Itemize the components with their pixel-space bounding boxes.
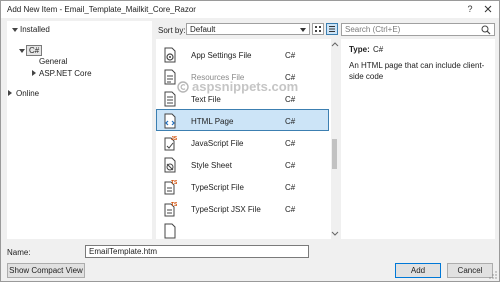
add-button[interactable]: Add <box>395 263 441 278</box>
template-language: C# <box>285 205 296 214</box>
scrollbar-thumb[interactable] <box>332 139 337 169</box>
title-bar: Add New Item - Email_Template_Mailkit_Co… <box>1 1 499 18</box>
expand-arrow-icon[interactable] <box>12 28 18 32</box>
collapse-arrow-icon[interactable] <box>32 70 36 76</box>
template-description: An HTML page that can include client-sid… <box>349 61 485 81</box>
list-item[interactable]: Style Sheet C# <box>156 153 329 175</box>
template-details: Type: C# An HTML page that can include c… <box>341 39 495 239</box>
cancel-button[interactable]: Cancel <box>447 263 493 278</box>
tree-item-csharp[interactable]: C# <box>26 45 43 56</box>
tree-item-aspnet-core[interactable]: ASP.NET Core <box>39 69 92 78</box>
resources-file-icon <box>164 69 176 85</box>
svg-text:TS: TS <box>171 202 177 208</box>
watermark-text: aspsnippets.com <box>192 79 299 94</box>
template-name: JavaScript File <box>191 139 244 148</box>
list-item[interactable] <box>156 219 329 239</box>
template-name: TypeScript JSX File <box>191 205 261 214</box>
sort-dropdown[interactable]: Default <box>186 23 310 35</box>
template-name: HTML Page <box>191 117 234 126</box>
template-language: C# <box>285 51 296 60</box>
template-name: Style Sheet <box>191 161 232 170</box>
resize-grip-icon[interactable] <box>489 271 497 279</box>
add-new-item-dialog: Add New Item - Email_Template_Mailkit_Co… <box>0 0 500 282</box>
list-item[interactable]: JS JavaScript File C# <box>156 131 329 153</box>
show-compact-view-label: Show Compact View <box>9 266 83 275</box>
style-sheet-icon <box>164 157 176 173</box>
watermark: aspsnippets.com <box>177 79 298 94</box>
file-icon <box>164 223 176 239</box>
cancel-label: Cancel <box>457 266 483 275</box>
type-label: Type: <box>349 45 370 54</box>
template-pane: Sort by: Default App Settings File C# Re… <box>156 21 339 239</box>
html-page-icon <box>164 113 176 129</box>
name-label: Name: <box>7 248 31 257</box>
scroll-up-icon[interactable] <box>331 41 339 47</box>
svg-text:TS: TS <box>171 180 177 186</box>
close-button[interactable] <box>481 3 495 15</box>
tree-item-general[interactable]: General <box>39 57 67 66</box>
list-item-selected[interactable]: HTML Page C# <box>156 109 329 131</box>
list-item[interactable]: TS TypeScript JSX File C# <box>156 197 329 219</box>
details-pane: Search (Ctrl+E) Type: C# An HTML page th… <box>341 21 495 239</box>
help-button[interactable]: ? <box>463 3 477 15</box>
name-input[interactable]: EmailTemplate.htm <box>85 245 309 258</box>
close-icon <box>484 5 492 13</box>
template-language: C# <box>285 183 296 192</box>
template-language: C# <box>285 95 296 104</box>
sort-value: Default <box>190 25 216 34</box>
template-language: C# <box>285 139 296 148</box>
list-view-icon <box>329 26 335 32</box>
collapse-arrow-icon[interactable] <box>8 90 12 96</box>
scroll-down-icon[interactable] <box>331 231 339 237</box>
help-icon: ? <box>467 4 473 14</box>
list-item[interactable]: TS TypeScript File C# <box>156 175 329 197</box>
template-name: App Settings File <box>191 51 252 60</box>
template-list-scrollbar[interactable] <box>331 39 339 239</box>
list-item[interactable]: App Settings File C# <box>156 43 329 65</box>
sort-label: Sort by: <box>158 26 186 35</box>
list-view-button[interactable] <box>326 23 338 35</box>
category-tree: Installed C# General ASP.NET Core Online <box>7 21 152 239</box>
expand-arrow-icon[interactable] <box>19 49 25 53</box>
show-compact-view-button[interactable]: Show Compact View <box>7 263 85 278</box>
tree-item-installed[interactable]: Installed <box>20 25 50 34</box>
window-title: Add New Item - Email_Template_Mailkit_Co… <box>7 5 196 14</box>
search-input[interactable]: Search (Ctrl+E) <box>341 23 495 36</box>
template-list: App Settings File C# Resources File C# T… <box>156 39 331 239</box>
app-settings-icon <box>164 47 176 63</box>
text-file-icon <box>164 91 176 107</box>
grid-view-button[interactable] <box>312 23 324 35</box>
tree-item-online[interactable]: Online <box>16 89 39 98</box>
template-language: C# <box>285 117 296 126</box>
javascript-file-icon: JS <box>164 136 177 151</box>
grid-view-icon <box>315 26 321 32</box>
typescript-jsx-file-icon: TS <box>164 202 177 217</box>
copyright-icon <box>177 80 189 93</box>
search-icon[interactable] <box>481 25 491 35</box>
typescript-file-icon: TS <box>164 180 177 195</box>
template-name: Text File <box>191 95 221 104</box>
add-label: Add <box>410 266 426 275</box>
search-placeholder: Search (Ctrl+E) <box>345 25 401 34</box>
svg-text:JS: JS <box>171 136 177 142</box>
template-name: TypeScript File <box>191 183 244 192</box>
name-value: EmailTemplate.htm <box>89 247 158 256</box>
template-language: C# <box>285 161 296 170</box>
type-value: C# <box>373 45 384 54</box>
chevron-down-icon <box>300 28 306 32</box>
